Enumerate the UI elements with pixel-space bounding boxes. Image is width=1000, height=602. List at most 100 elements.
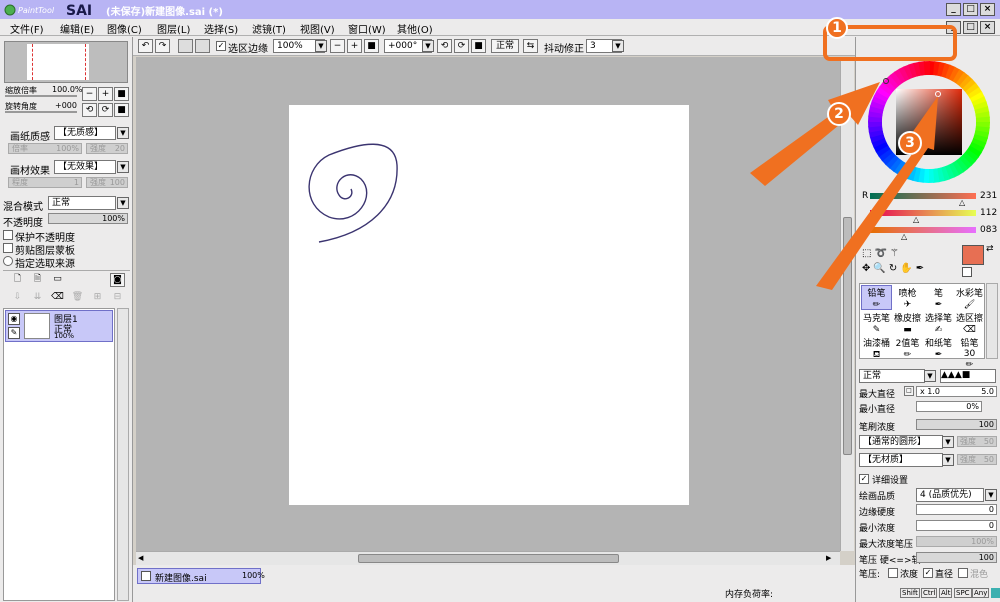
- horizontal-scrollbar[interactable]: ◀ ▶: [136, 551, 840, 565]
- quality-dropdown-icon[interactable]: ▼: [985, 489, 997, 501]
- selection-source-radio[interactable]: [3, 256, 13, 266]
- material-effect-field[interactable]: 【无效果】: [54, 160, 116, 174]
- maximize-button[interactable]: □: [963, 3, 978, 16]
- minimize-button[interactable]: _: [946, 3, 961, 16]
- key-any[interactable]: Any: [972, 588, 990, 598]
- min-size-field[interactable]: 0%: [916, 401, 982, 412]
- color-wheel[interactable]: [866, 59, 992, 185]
- material-degree-field[interactable]: 程度 1: [8, 177, 82, 188]
- brush-binary-pen[interactable]: 2值笔 ✏: [892, 335, 923, 360]
- g-slider[interactable]: [870, 210, 976, 216]
- redo-icon[interactable]: ↷: [155, 39, 170, 53]
- magic-wand-icon[interactable]: ⚚: [890, 248, 902, 259]
- horizontal-scroll-thumb[interactable]: [358, 554, 619, 563]
- rotation-dropdown-icon[interactable]: ▼: [422, 40, 434, 52]
- delete-layer-icon[interactable]: 🗑: [70, 291, 85, 305]
- max-pressure-field[interactable]: 100%: [916, 536, 997, 547]
- brush-pen[interactable]: 笔 ✒: [923, 285, 954, 310]
- brush-pencil[interactable]: 铅笔 ✏: [861, 285, 892, 310]
- max-size-field[interactable]: x 1.0 5.0: [916, 386, 997, 397]
- view-mode-button[interactable]: 正常: [491, 39, 519, 53]
- brush-mode-dropdown-icon[interactable]: ▼: [924, 370, 936, 382]
- selection-edge-checkbox[interactable]: ✓: [216, 41, 226, 51]
- menu-layer[interactable]: 图层(L): [157, 21, 190, 36]
- zoom-dropdown-icon[interactable]: ▼: [315, 40, 327, 52]
- brush-texture-dropdown-icon[interactable]: ▼: [942, 454, 954, 466]
- zoom-reset-icon[interactable]: ■: [364, 39, 379, 53]
- stabilizer-dropdown-icon[interactable]: ▼: [612, 40, 624, 52]
- doc-maximize-button[interactable]: □: [963, 21, 978, 34]
- brush-shape-strength[interactable]: 强度 50: [957, 436, 997, 447]
- brush-shape-selector[interactable]: ▲▲▲■: [940, 369, 996, 383]
- brush-shape-1-icon[interactable]: ▲: [941, 370, 948, 380]
- material-strength-field[interactable]: 强度 100: [86, 177, 128, 188]
- detail-settings-checkbox[interactable]: ✓: [859, 474, 869, 484]
- brush-bucket[interactable]: 油漆桶 ⛾: [861, 335, 892, 360]
- rotate-reset-icon[interactable]: ■: [471, 39, 486, 53]
- swap-colors-icon[interactable]: ⇄: [986, 244, 994, 254]
- quality-field[interactable]: 4 (品质优先): [916, 488, 984, 502]
- blend-mode-field[interactable]: 正常: [48, 196, 116, 210]
- undo-icon[interactable]: ↶: [138, 39, 153, 53]
- nav-rotate-reset-icon[interactable]: ■: [114, 103, 129, 117]
- brush-marker[interactable]: 马克笔 ✎: [861, 310, 892, 335]
- foreground-color-swatch[interactable]: [962, 245, 984, 265]
- document-tab[interactable]: 新建图像.sai 100%: [137, 568, 265, 584]
- rect-select-icon[interactable]: ⬚: [862, 248, 874, 259]
- invert-select-icon[interactable]: [195, 39, 210, 53]
- menu-edit[interactable]: 编辑(E): [60, 21, 94, 36]
- paper-strength-field[interactable]: 强度 20: [86, 143, 128, 154]
- drawing-canvas[interactable]: [289, 105, 689, 505]
- merge-all-icon[interactable]: ⊞: [90, 291, 105, 305]
- hand-icon[interactable]: ✋: [900, 263, 915, 274]
- paper-texture-dropdown-icon[interactable]: ▼: [117, 127, 129, 139]
- new-linework-layer-icon[interactable]: 🗎: [30, 273, 45, 287]
- material-effect-dropdown-icon[interactable]: ▼: [117, 161, 129, 173]
- key-alt[interactable]: Alt: [939, 588, 953, 598]
- menu-filter[interactable]: 滤镜(T): [252, 21, 286, 36]
- brush-grid-scrollbar[interactable]: [986, 283, 998, 359]
- nav-rotate-left-icon[interactable]: ⟲: [82, 103, 97, 117]
- deselect-icon[interactable]: [178, 39, 193, 53]
- flip-icon[interactable]: ⇆: [523, 39, 538, 53]
- lasso-icon[interactable]: ➰: [874, 248, 889, 259]
- menu-image[interactable]: 图像(C): [107, 21, 142, 36]
- clip-group-checkbox[interactable]: [3, 243, 13, 253]
- density-slider[interactable]: 100: [916, 419, 997, 430]
- pressure-slider[interactable]: 100: [916, 552, 997, 563]
- menu-file[interactable]: 文件(F): [10, 21, 44, 36]
- clear-layer-icon[interactable]: ⌫: [50, 291, 65, 305]
- paper-texture-field[interactable]: 【无质感】: [54, 126, 116, 140]
- nav-zoom-in-icon[interactable]: +: [98, 87, 113, 101]
- rotate-right-icon[interactable]: ⟳: [454, 39, 469, 53]
- max-size-toggle-icon[interactable]: □: [904, 386, 914, 396]
- zoom-icon[interactable]: 🔍: [873, 263, 888, 274]
- key-ctrl[interactable]: Ctrl: [921, 588, 938, 598]
- eyedropper-icon[interactable]: ✒: [916, 263, 927, 274]
- scroll-right-icon[interactable]: ▶: [826, 553, 837, 564]
- vertical-scrollbar[interactable]: [840, 57, 854, 551]
- navigator-preview[interactable]: [4, 41, 128, 83]
- layer-mask-icon[interactable]: ◙: [110, 273, 125, 287]
- layer-row[interactable]: ◉ ✎ 图层1 正常 100%: [5, 310, 113, 342]
- brush-mode-field[interactable]: 正常: [859, 369, 925, 383]
- pressure-blend-checkbox[interactable]: [958, 568, 968, 578]
- blend-mode-dropdown-icon[interactable]: ▼: [117, 197, 129, 209]
- nav-zoom-out-icon[interactable]: −: [82, 87, 97, 101]
- key-space[interactable]: SPC: [954, 588, 972, 598]
- move-icon[interactable]: ✥: [862, 263, 873, 274]
- doc-minimize-button[interactable]: _: [946, 21, 961, 34]
- nav-rotate-right-icon[interactable]: ⟳: [98, 103, 113, 117]
- b-slider[interactable]: [870, 227, 976, 233]
- transfer-down-icon[interactable]: ⇩: [10, 291, 25, 305]
- menu-view[interactable]: 视图(V): [300, 21, 335, 36]
- vertical-scroll-thumb[interactable]: [843, 217, 852, 455]
- eye-icon[interactable]: ◉: [8, 313, 20, 325]
- preserve-opacity-checkbox[interactable]: [3, 230, 13, 240]
- min-density-field[interactable]: 0: [916, 520, 997, 531]
- background-color-swatch[interactable]: [962, 267, 972, 277]
- menu-select[interactable]: 选择(S): [204, 21, 238, 36]
- edge-hardness-field[interactable]: 0: [916, 504, 997, 515]
- merge-down-icon[interactable]: ⇊: [30, 291, 45, 305]
- doc-close-button[interactable]: ×: [980, 21, 995, 34]
